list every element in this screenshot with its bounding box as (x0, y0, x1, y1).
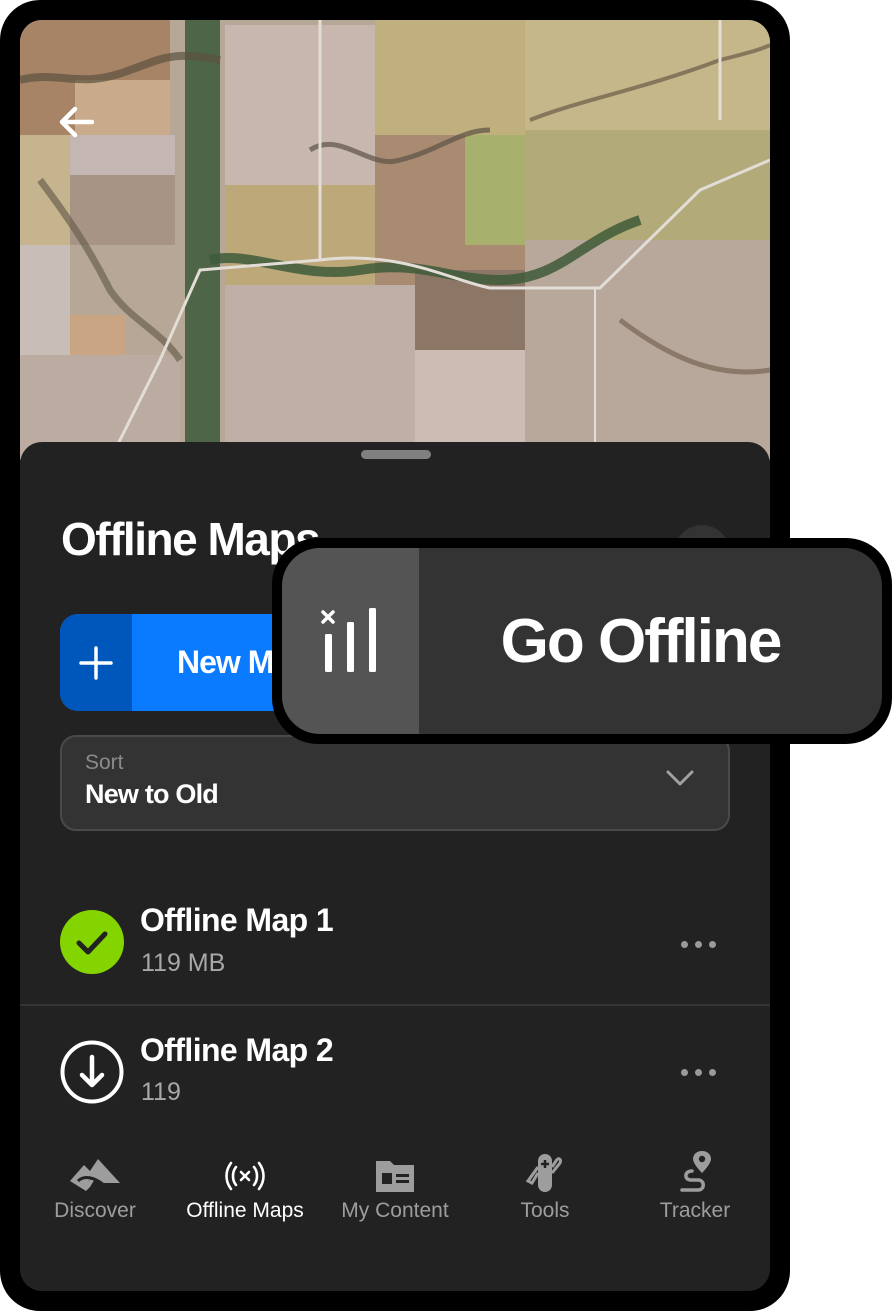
nav-label: My Content (341, 1199, 449, 1222)
nav-icon-wrap (70, 1147, 120, 1193)
map-item-more-button[interactable] (670, 924, 726, 964)
arrow-left-icon (59, 106, 94, 138)
plus-icon-cell (60, 614, 132, 711)
map-name: Offline Map 2 (140, 1032, 334, 1068)
multitool-icon (525, 1154, 562, 1192)
more-horizontal-icon (680, 940, 688, 948)
nav-item-offline-maps[interactable]: Offline Maps (170, 1147, 320, 1247)
map-features (20, 20, 770, 460)
map-list-item[interactable]: Offline Map 2 119 (20, 1004, 770, 1136)
map-item-more-button[interactable] (670, 1052, 726, 1092)
map-list-item[interactable]: Offline Map 1 119 MB (20, 872, 770, 1004)
check-circle-icon (60, 910, 124, 974)
go-offline-icon-cell (282, 548, 419, 734)
go-offline-button[interactable]: Go Offline (272, 538, 892, 744)
map-name: Offline Map 1 (140, 902, 334, 938)
nav-label: Tracker (659, 1199, 731, 1222)
nav-icon-wrap (223, 1147, 267, 1193)
more-dot (694, 1068, 702, 1076)
nav-label: Tools (520, 1199, 570, 1222)
no-signal-icon (320, 608, 376, 672)
nav-item-my-content[interactable]: My Content (320, 1147, 470, 1247)
chevron-down-icon (666, 770, 694, 786)
mountain-route-icon (70, 1159, 120, 1191)
location-path-icon (680, 1151, 711, 1192)
more-horizontal-icon (680, 1068, 688, 1076)
go-offline-inner: Go Offline (282, 548, 882, 734)
satellite-map[interactable] (20, 20, 770, 460)
sort-dropdown[interactable]: Sort New to Old (60, 735, 730, 831)
sheet-drag-handle[interactable] (361, 450, 431, 459)
offline-signal-icon (225, 1161, 265, 1191)
bottom-navigation: Discover Offline Maps My Content Tools T… (20, 1147, 770, 1247)
more-dot (694, 940, 702, 948)
more-dot (708, 940, 716, 948)
nav-label: Discover (54, 1199, 136, 1222)
map-size: 119 MB (141, 949, 226, 977)
nav-label: Offline Maps (186, 1199, 304, 1222)
more-dot (708, 1068, 716, 1076)
nav-icon-wrap (374, 1147, 416, 1193)
offline-map-list: Offline Map 1 119 MB Offline Map 2 119 (20, 872, 770, 1136)
nav-item-discover[interactable]: Discover (20, 1147, 170, 1247)
plus-icon (79, 645, 113, 680)
go-offline-label: Go Offline (500, 606, 783, 676)
folder-card-icon (376, 1161, 414, 1192)
nav-icon-wrap (524, 1147, 566, 1193)
download-circle-icon (60, 1040, 124, 1104)
nav-item-tracker[interactable]: Tracker (620, 1147, 770, 1247)
nav-icon-wrap (678, 1147, 712, 1193)
map-size: 119 (141, 1078, 181, 1106)
back-button[interactable] (58, 106, 102, 150)
sort-label: Sort (85, 751, 124, 774)
sort-value: New to Old (85, 779, 219, 809)
nav-item-tools[interactable]: Tools (470, 1147, 620, 1247)
